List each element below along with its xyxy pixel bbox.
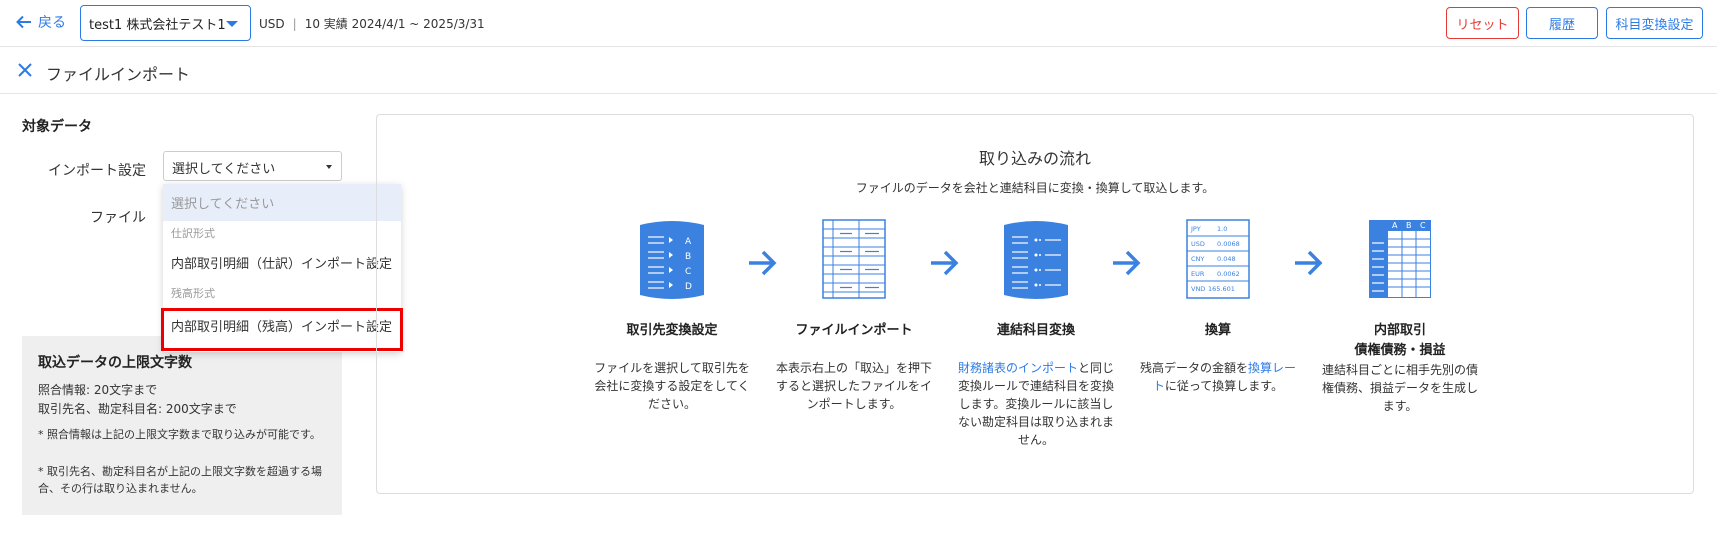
partner-letter: D [685, 282, 692, 292]
page-title: ファイルインポート [46, 65, 191, 84]
rate-value: 0.0068 [1217, 240, 1240, 248]
flow-step-file-import: ファイルインポート 本表示右上の「取込」を押下すると選択したファイルをインポート… [774, 219, 934, 413]
rate-code: JPY [1190, 225, 1201, 233]
back-label: 戻る [38, 15, 66, 31]
step-title-line: 債権債務・損益 [1354, 343, 1446, 358]
step-text: 残高データの金額を換算レートに従って換算します。 [1138, 359, 1298, 395]
dropdown-option-balance[interactable]: 内部取引明細（残高）インポート設定 [163, 306, 401, 344]
step-text: 連結科目ごとに相手先別の債権債務、損益データを生成します。 [1321, 363, 1478, 413]
step-title-line: 内部取引 [1373, 323, 1426, 338]
rate-value: 0.0062 [1217, 270, 1240, 278]
dropdown-option-journal[interactable]: 内部取引明細（仕訳）インポート設定 [163, 244, 401, 280]
close-icon[interactable] [17, 62, 33, 78]
file-label: ファイル [90, 210, 146, 226]
flow-step-partner-conversion: A B C D 取引先変換設定 ファイルを選択して取引先を会社に変換する設定をし… [592, 219, 752, 413]
history-button[interactable]: 履歴 [1526, 7, 1598, 39]
step-text-body: に従って換算します。 [1164, 379, 1284, 393]
database-partner-icon: A B C D [640, 221, 704, 299]
exchange-rate-table-icon: JPY 1.0 USD 0.0068 CNY 0.048 EUR 0.0062 VND 1… [1186, 219, 1250, 299]
step-text: 財務諸表のインポートと同じ変換ルールで連結科目を変換します。変換ルールに該当しな… [956, 359, 1116, 449]
top-header: 戻る test1 株式会社テスト1 USD | 10 実績 2024/4/1 ~… [0, 0, 1717, 47]
arrow-left-icon [16, 15, 31, 29]
limit-info-title: 取込データの上限文字数 [38, 355, 192, 371]
sheet-column-letter: B [1406, 221, 1412, 230]
dropdown-group-journal: 仕訳形式 [171, 227, 215, 240]
sheet-column-letter: A [1392, 221, 1398, 230]
step-title: ファイルインポート [795, 323, 913, 338]
partner-letter: C [685, 267, 691, 277]
import-setting-select[interactable]: 選択してください [163, 151, 342, 181]
divider: | [292, 16, 297, 31]
step-text-pre: 残高データの金額を [1139, 361, 1248, 375]
dropdown-placeholder-option[interactable]: 選択してください [163, 184, 401, 221]
limit-note: * 取引先名、勘定科目名が上記の上限文字数を超過する場合、その行は取り込まれませ… [38, 465, 322, 495]
limit-note: * 照合情報は上記の上限文字数まで取り込みが可能です。 [38, 428, 321, 441]
flow-step-account-conversion: 連結科目変換 財務諸表のインポートと同じ変換ルールで連結科目を変換します。変換ル… [956, 219, 1116, 449]
period-info: USD | 10 実績 2024/4/1 ~ 2025/3/31 [259, 15, 485, 32]
step-title: 内部取引債権債務・損益 [1320, 321, 1480, 361]
rate-value: 0.048 [1217, 255, 1236, 263]
account-conversion-settings-button[interactable]: 科目変換設定 [1606, 7, 1703, 39]
sheet-column-letter: C [1420, 221, 1426, 230]
rate-value: 1.0 [1217, 225, 1227, 233]
sub-header: ファイルインポート [0, 47, 1717, 94]
step-title: 連結科目変換 [996, 323, 1075, 338]
partner-letter: A [685, 237, 692, 247]
import-setting-dropdown: 選択してください 仕訳形式 内部取引明細（仕訳）インポート設定 残高形式 内部取… [163, 184, 401, 352]
import-setting-label: インポート設定 [48, 163, 146, 179]
arrow-right-icon [931, 250, 959, 276]
step-text: ファイルを選択して取引先を会社に変換する設定をしてください。 [594, 361, 750, 411]
rate-value: 165.601 [1208, 285, 1235, 293]
financial-statement-import-link[interactable]: 財務諸表のインポート [958, 361, 1078, 375]
target-data-title: 対象データ [22, 119, 92, 135]
caret-down-icon [326, 165, 332, 169]
flow-step-exchange: JPY 1.0 USD 0.0068 CNY 0.048 EUR 0.0062 VND 1… [1138, 219, 1298, 395]
import-setting-select-value: 選択してください [172, 162, 276, 177]
rate-code: USD [1191, 240, 1205, 248]
period-label: 10 実績 2024/4/1 ~ 2025/3/31 [304, 17, 485, 31]
flow-panel: 取り込みの流れ ファイルのデータを会社と連結科目に変換・換算して取込します。 A… [376, 114, 1694, 494]
arrow-right-icon [749, 250, 777, 276]
dropdown-group-balance: 残高形式 [171, 287, 215, 300]
reset-button[interactable]: リセット [1446, 7, 1519, 39]
flow-step-intercompany: A B C 内部取引債権債務・損益 連結科目ごとに相手先別の債権債務、損益データ… [1320, 219, 1480, 415]
step-text: 本表示右上の「取込」を押下すると選択したファイルをインポートします。 [775, 361, 932, 411]
limit-line-match: 照合情報: 20文字まで [38, 383, 158, 397]
flow-description: ファイルのデータを会社と連結科目に変換・換算して取込します。 [855, 181, 1215, 195]
step-title: 換算 [1204, 323, 1231, 338]
rate-code: CNY [1191, 255, 1204, 263]
company-select[interactable]: test1 株式会社テスト1 [80, 5, 251, 41]
back-link[interactable]: 戻る [16, 12, 66, 32]
arrow-right-icon [1113, 250, 1141, 276]
partner-letter: B [685, 252, 691, 262]
limit-line-names: 取引先名、勘定科目名: 200文字まで [38, 402, 237, 416]
step-title: 取引先変換設定 [626, 323, 718, 338]
flow-title: 取り込みの流れ [978, 149, 1091, 168]
arrow-right-icon [1295, 250, 1323, 276]
spreadsheet-icon: A B C [1369, 220, 1431, 298]
file-table-icon [822, 219, 886, 299]
rate-code: EUR [1191, 270, 1205, 278]
chevron-down-icon [226, 21, 238, 27]
currency-label: USD [259, 16, 285, 31]
rate-code: VND [1191, 285, 1205, 293]
company-select-value: test1 株式会社テスト1 [89, 17, 226, 33]
database-list-icon [1004, 221, 1068, 299]
limit-info-box: 取込データの上限文字数 照合情報: 20文字まで 取引先名、勘定科目名: 200… [22, 336, 342, 515]
